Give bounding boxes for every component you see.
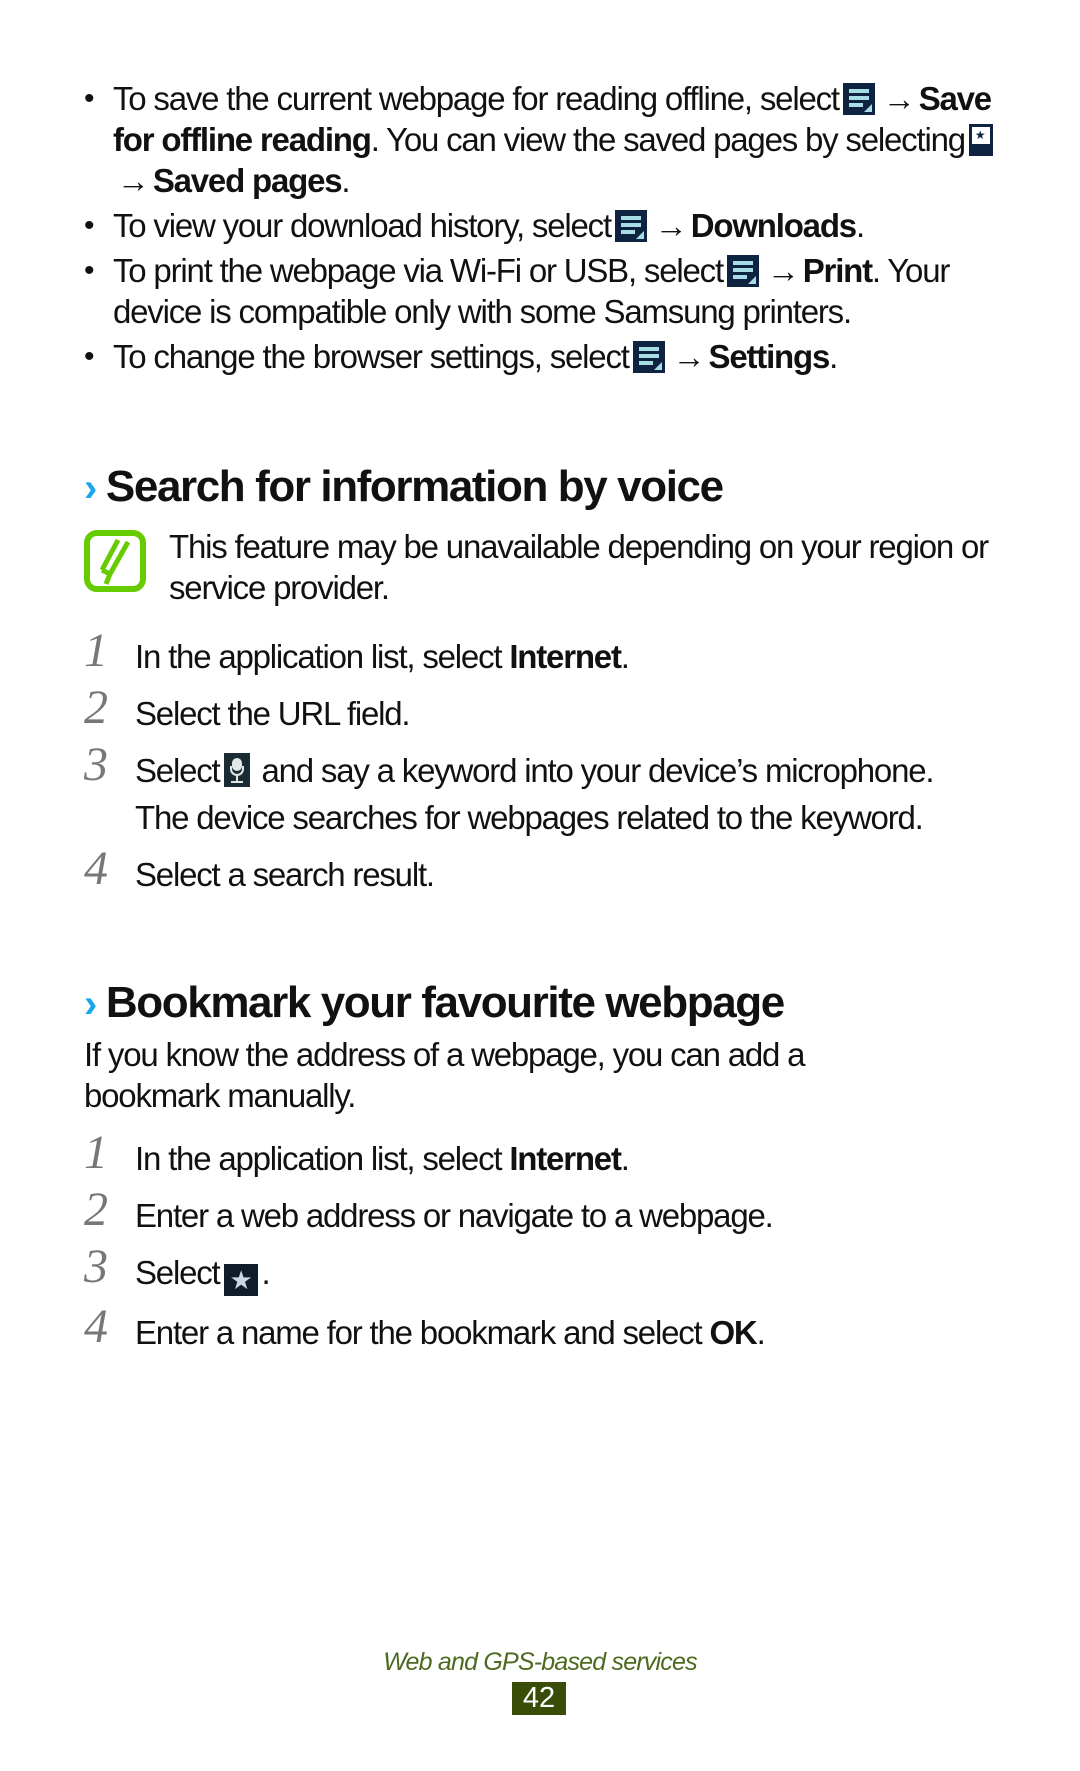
bullet-dot: • [84, 82, 95, 115]
step-number: 4 [84, 1300, 108, 1353]
chevron-right-icon: › [84, 982, 97, 1026]
menu-option: Saved pages [152, 162, 343, 199]
step: 3 Select and say a keyword into your dev… [84, 738, 935, 791]
list-item: • To view your download history, select →… [84, 207, 865, 244]
bullet-dot: • [84, 340, 95, 373]
intro-paragraph: If you know the address of a webpage, yo… [84, 1036, 806, 1114]
menu-option: Settings [708, 338, 831, 375]
step: 1 In the application list, select Intern… [84, 624, 630, 677]
arrow: → [882, 80, 916, 117]
menu-icon [632, 341, 665, 373]
menu-option: Downloads [690, 207, 857, 244]
list-item: • To save the current webpage for readin… [84, 80, 993, 199]
manual-page: • To save the current webpage for readin… [0, 0, 1080, 1771]
star-icon: ★ [223, 1264, 258, 1296]
menu-icon [726, 255, 759, 287]
bullet-dot: • [84, 209, 95, 242]
chevron-right-icon: › [84, 466, 97, 510]
list-item: • To print the webpage via Wi-Fi or USB,… [84, 252, 950, 330]
voice-search-steps: 1 In the application list, select Intern… [84, 624, 1024, 895]
step: 1 In the application list, select Intern… [84, 1126, 630, 1179]
step-number: 3 [84, 1240, 108, 1293]
heading-text: Search for information by voice [105, 462, 724, 511]
menu-icon [842, 83, 875, 115]
section-heading-voice-search: › Search for information by voice [84, 462, 724, 512]
list-item: • To change the browser settings, select… [84, 338, 838, 375]
note-pencil-icon [84, 530, 146, 592]
step: 4 Enter a name for the bookmark and sele… [84, 1300, 766, 1353]
menu-option: Print [802, 252, 873, 289]
arrow: → [117, 162, 150, 199]
step-number: 2 [84, 681, 108, 734]
arrow: → [672, 338, 706, 375]
bookmark-steps: 1 In the application list, select Intern… [84, 1126, 1024, 1353]
step-number: 3 [84, 738, 108, 791]
step: 4 Select a search result. [84, 842, 435, 895]
microphone-icon [223, 753, 250, 787]
arrow: → [654, 207, 688, 244]
arrow: → [766, 252, 800, 289]
footer-section-title: Web and GPS-based services [383, 1648, 697, 1676]
step: 2 Enter a web address or navigate to a w… [84, 1183, 774, 1236]
page-number-badge: 42 [512, 1682, 566, 1715]
step-number: 2 [84, 1183, 108, 1236]
menu-icon [614, 210, 647, 242]
bullet-dot: • [84, 254, 95, 287]
note-text: This feature may be unavailable dependin… [169, 528, 989, 606]
tips-list: • To save the current webpage for readin… [84, 78, 1014, 381]
section-heading-bookmark: › Bookmark your favourite webpage [84, 978, 785, 1028]
saved-pages-icon: ★ [968, 124, 993, 156]
step-number: 1 [84, 624, 108, 677]
step: 2 Select the URL field. [84, 681, 411, 734]
heading-text: Bookmark your favourite webpage [105, 978, 785, 1027]
step-number: 1 [84, 1126, 108, 1179]
step: 3 Select ★. [84, 1240, 271, 1296]
step-number: 4 [84, 842, 108, 895]
step-result-text: The device searches for webpages related… [135, 799, 924, 836]
